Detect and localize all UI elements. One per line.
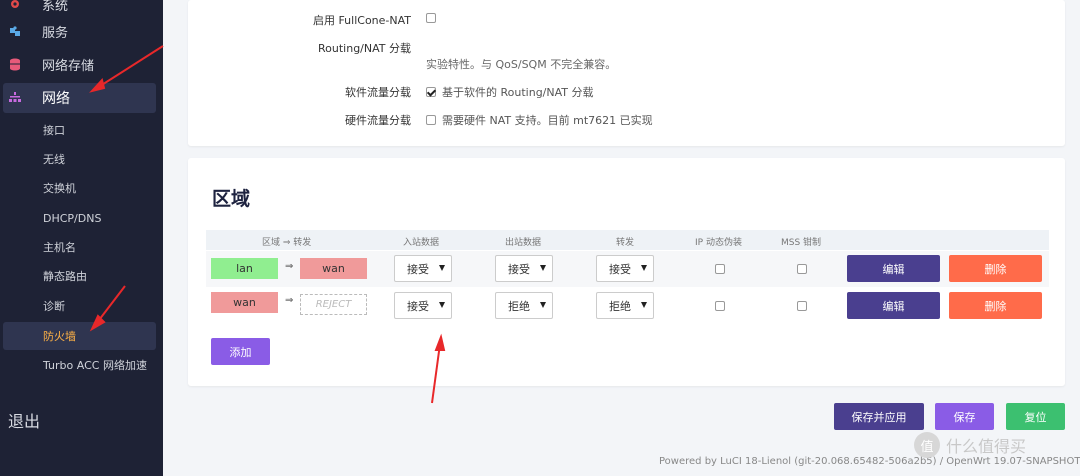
annotation-arrows [89,45,446,404]
